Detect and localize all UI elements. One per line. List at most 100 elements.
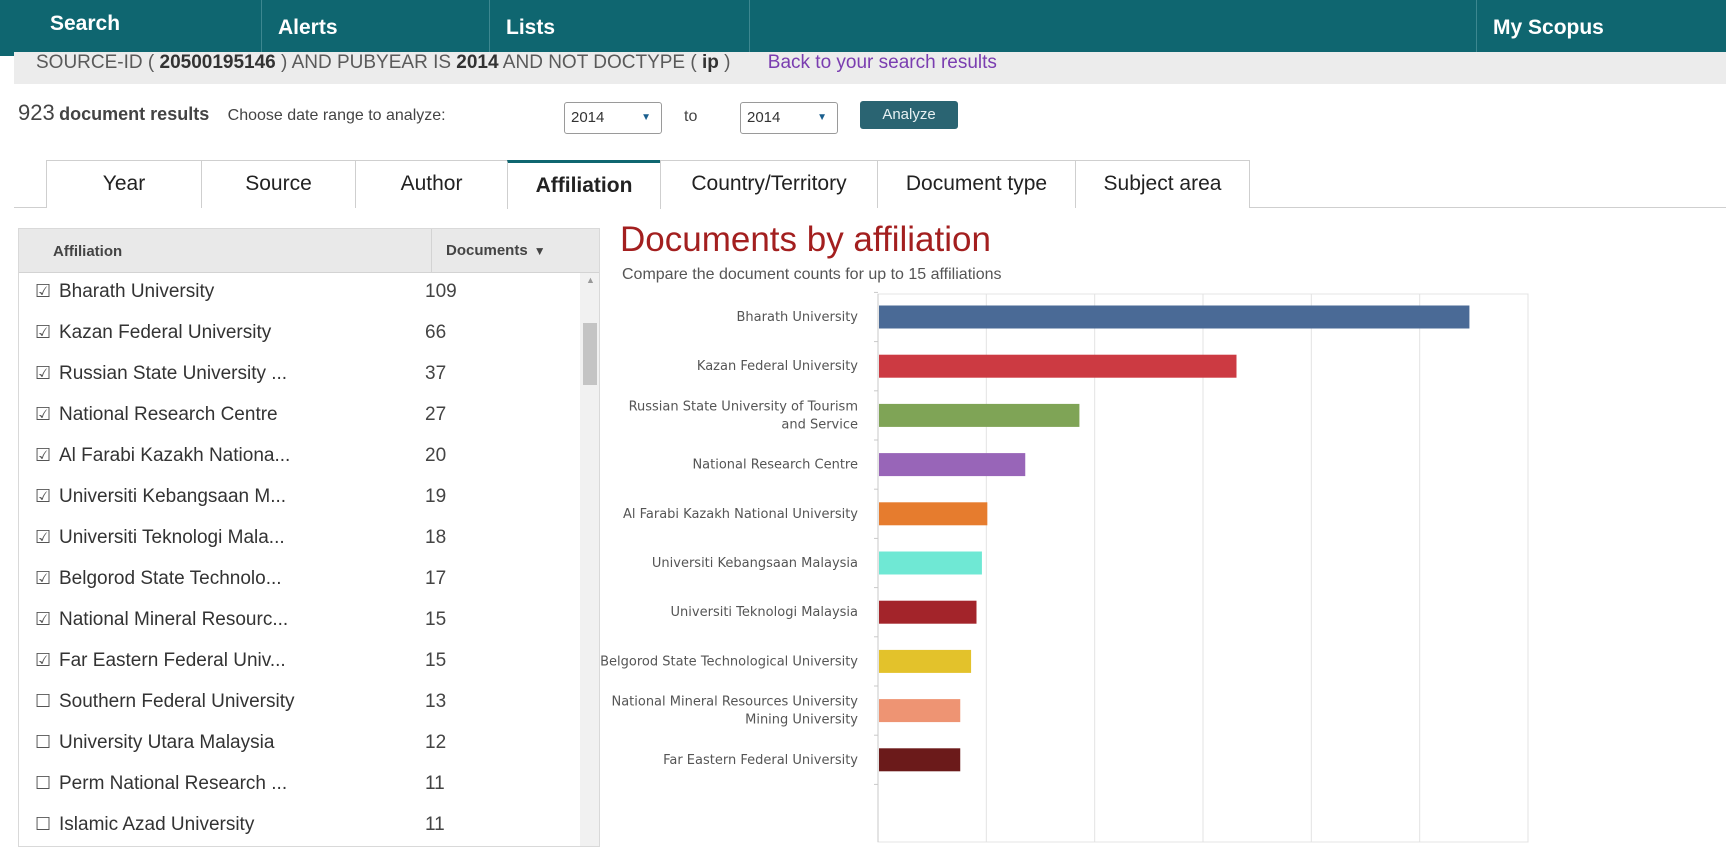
table-row: ☑ Universiti Kebangsaan M... 19 — [19, 478, 579, 519]
table-row: ☐ Southern Federal University 13 — [19, 683, 579, 724]
table-row: ☐ Islamic Azad University 11 — [19, 806, 579, 846]
tab-subject-area[interactable]: Subject area — [1075, 160, 1250, 208]
column-header-affiliation[interactable]: Affiliation — [53, 243, 122, 260]
affiliation-name[interactable]: National Research Centre — [59, 404, 278, 426]
category-label: Kazan Federal University — [697, 359, 858, 374]
category-label: Universiti Kebangsaan Malaysia — [652, 556, 858, 571]
tab-country-territory[interactable]: Country/Territory — [660, 160, 878, 208]
to-year-select[interactable]: 2014 ▼ — [740, 102, 838, 134]
from-year-select[interactable]: 2014 ▼ — [564, 102, 662, 134]
bar[interactable] — [879, 403, 1080, 427]
tab-document-type[interactable]: Document type — [877, 160, 1076, 208]
affiliation-table: Affiliation Documents ▼ ☑ Bharath Universi… — [18, 228, 600, 847]
table-row: ☑ Bharath University 109 — [19, 273, 579, 314]
category-label: Far Eastern Federal University — [663, 753, 858, 768]
affiliation-name[interactable]: Russian State University ... — [59, 363, 287, 385]
chevron-down-icon: ▼ — [641, 112, 651, 123]
scrollbar[interactable]: ▲ — [580, 273, 599, 846]
affiliation-rows: ☑ Bharath University 109 ☑ Kazan Federal Uni… — [19, 273, 579, 846]
nav-lists[interactable]: Lists — [490, 0, 750, 56]
bar[interactable] — [879, 502, 988, 526]
table-row: ☑ Russian State University ... 37 — [19, 355, 579, 396]
document-count: 66 — [425, 322, 447, 343]
back-to-results-link[interactable]: Back to your search results — [768, 52, 997, 73]
category-label: Universiti Teknologi Malaysia — [671, 605, 858, 620]
bar[interactable] — [879, 453, 1026, 477]
from-year-value: 2014 — [571, 109, 605, 126]
sort-icon[interactable]: ▼ — [534, 244, 546, 258]
checkbox-unchecked-icon[interactable]: ☐ — [35, 691, 51, 712]
bar[interactable] — [879, 354, 1237, 378]
affiliation-name[interactable]: Universiti Teknologi Mala... — [59, 527, 285, 549]
document-count: 11 — [425, 773, 445, 794]
checkbox-checked-icon[interactable]: ☑ — [35, 486, 51, 507]
bar[interactable] — [879, 305, 1470, 329]
nav-my-scopus[interactable]: My Scopus — [1476, 0, 1726, 56]
affiliation-name[interactable]: Kazan Federal University — [59, 322, 271, 344]
checkbox-checked-icon[interactable]: ☑ — [35, 404, 51, 425]
bar[interactable] — [879, 600, 977, 624]
chart-subtitle: Compare the document counts for up to 15… — [622, 266, 1002, 283]
affiliation-name[interactable]: Universiti Kebangsaan M... — [59, 486, 286, 508]
checkbox-checked-icon[interactable]: ☑ — [35, 609, 51, 630]
checkbox-unchecked-icon[interactable]: ☐ — [35, 814, 51, 835]
scroll-up-arrow-icon[interactable]: ▲ — [580, 275, 599, 285]
analysis-tabs: Year Source Author Affiliation Country/T… — [14, 160, 1726, 209]
analyze-button[interactable]: Analyze — [860, 101, 958, 129]
top-nav: Search Alerts Lists My Scopus — [0, 0, 1726, 56]
document-count: 18 — [425, 527, 447, 548]
affiliation-bar-chart: Bharath University Kazan Federal Universi… — [600, 291, 1529, 843]
document-count: 19 — [425, 486, 447, 507]
affiliation-name[interactable]: National Mineral Resourc... — [59, 609, 288, 631]
table-row: ☑ Belgorod State Technolo... 17 — [19, 560, 579, 601]
affiliation-name[interactable]: Perm National Research ... — [59, 773, 287, 795]
bar[interactable] — [879, 649, 972, 673]
checkbox-checked-icon[interactable]: ☑ — [35, 322, 51, 343]
tab-affiliation[interactable]: Affiliation — [507, 160, 661, 209]
checkbox-checked-icon[interactable]: ☑ — [35, 650, 51, 671]
document-count: 12 — [425, 732, 447, 753]
affiliation-name[interactable]: Islamic Azad University — [59, 814, 254, 836]
nav-search[interactable]: Search — [0, 0, 262, 52]
scroll-thumb[interactable] — [583, 323, 597, 385]
table-row: ☑ Far Eastern Federal Univ... 15 — [19, 642, 579, 683]
bar[interactable] — [879, 699, 961, 723]
table-row: ☑ National Mineral Resourc... 15 — [19, 601, 579, 642]
checkbox-checked-icon[interactable]: ☑ — [35, 527, 51, 548]
document-count: 109 — [425, 281, 457, 302]
affiliation-name[interactable]: Southern Federal University — [59, 691, 295, 713]
tab-year[interactable]: Year — [46, 160, 202, 208]
category-label: Belgorod State Technological University — [600, 654, 858, 669]
table-row: ☑ Al Farabi Kazakh Nationa... 20 — [19, 437, 579, 478]
affiliation-name[interactable]: Bharath University — [59, 281, 214, 303]
column-header-documents[interactable]: Documents ▼ — [431, 229, 599, 273]
affiliation-name[interactable]: Al Farabi Kazakh Nationa... — [59, 445, 290, 467]
document-count: 11 — [425, 814, 445, 835]
tab-author[interactable]: Author — [355, 160, 508, 208]
category-label: National Research Centre — [692, 458, 858, 473]
checkbox-unchecked-icon[interactable]: ☐ — [35, 773, 51, 794]
to-year-value: 2014 — [747, 109, 781, 126]
tab-source[interactable]: Source — [201, 160, 356, 208]
checkbox-checked-icon[interactable]: ☑ — [35, 363, 51, 384]
checkbox-checked-icon[interactable]: ☑ — [35, 568, 51, 589]
document-count: 13 — [425, 691, 447, 712]
affiliation-name[interactable]: University Utara Malaysia — [59, 732, 274, 754]
to-label: to — [684, 108, 698, 125]
affiliation-name[interactable]: Belgorod State Technolo... — [59, 568, 282, 590]
checkbox-checked-icon[interactable]: ☑ — [35, 445, 51, 466]
checkbox-unchecked-icon[interactable]: ☐ — [35, 732, 51, 753]
results-row: 923 document results Choose date range t… — [18, 100, 958, 136]
nav-alerts[interactable]: Alerts — [262, 0, 490, 56]
bar[interactable] — [879, 551, 982, 575]
query-mid2: AND NOT DOCTYPE ( — [498, 52, 702, 73]
query-prefix: SOURCE-ID ( — [36, 52, 160, 73]
category-label: National Mineral Resources University Min… — [611, 695, 858, 728]
query-mid1: ) AND PUBYEAR IS — [275, 52, 457, 73]
result-count: 923 — [18, 100, 55, 125]
affiliation-name[interactable]: Far Eastern Federal Univ... — [59, 650, 286, 672]
checkbox-checked-icon[interactable]: ☑ — [35, 281, 51, 302]
query-year: 2014 — [456, 52, 499, 73]
bar[interactable] — [879, 748, 961, 772]
query-suffix: ) — [718, 52, 731, 73]
